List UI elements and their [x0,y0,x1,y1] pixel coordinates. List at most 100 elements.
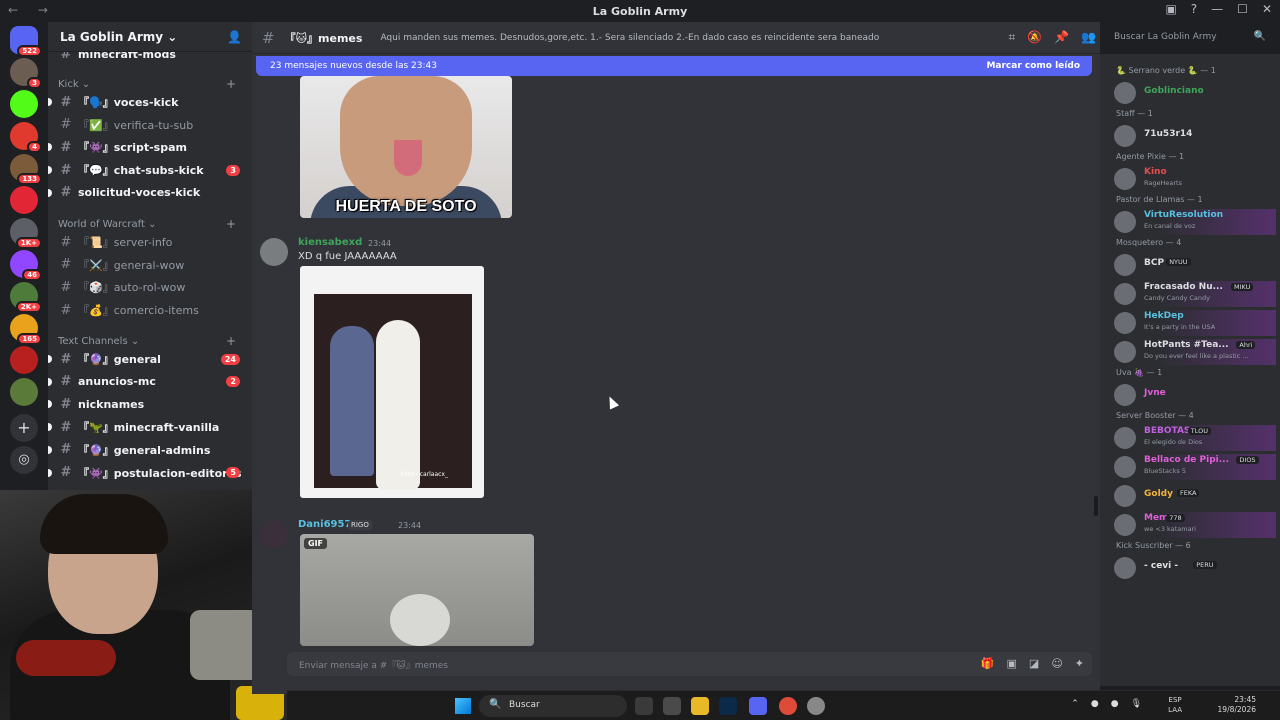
discover-icon[interactable]: ◎ [10,446,38,474]
gif-icon[interactable]: ▣ [1007,657,1017,670]
unread-indicator [48,166,52,175]
category-wow[interactable]: World of Warcraft ⌄ + [58,217,236,231]
member-item[interactable]: Mem 778 we <3 katamari [1106,512,1276,538]
photoshop-icon[interactable] [719,697,737,715]
chrome-icon[interactable] [779,697,797,715]
member-item[interactable]: BEBOTAS TLOU El elegido de Dios [1106,425,1276,451]
server-icon[interactable]: 46 [10,250,42,281]
hash-icon: # [60,162,72,178]
mic-icon[interactable]: 🎙 [1131,699,1142,709]
language-indicator[interactable]: ESP LAA [1168,695,1182,715]
microphone [16,640,116,676]
app-tray-icon[interactable]: ● [1111,699,1119,709]
hash-icon: # [60,302,72,318]
server-icon[interactable] [10,346,38,374]
windows-start-icon[interactable] [455,698,471,714]
obs-icon[interactable] [807,697,825,715]
gif-attachment[interactable]: GIF [300,534,534,646]
member-item[interactable]: Bellaco de Pipi... DIOS BlueStacks 5 [1106,454,1276,480]
close-button[interactable]: ✕ [1262,2,1272,16]
server-icon[interactable]: 165 [10,314,42,345]
server-icon[interactable] [10,90,38,118]
channel-item[interactable]: # 『✅』verifica-tu-sub [54,115,248,135]
search-input[interactable]: Buscar La Goblin Army 🔍 [1108,27,1272,49]
app-tray-icon[interactable]: ● [1091,699,1099,709]
message-author[interactable]: kiensabexd [298,237,362,248]
add-channel-icon[interactable]: + [226,334,236,348]
channel-item[interactable]: # 『👾』postulacion-editores 5 [48,463,248,483]
channel-item[interactable]: # nicknames [48,394,248,414]
channel-item[interactable]: # anuncios-mc 2 [48,372,248,392]
category-kick[interactable]: Kick ⌄ + [58,77,236,91]
channel-item[interactable]: # 『⚔️』general-wow [54,255,248,275]
mark-as-read-button[interactable]: Marcar como leído [986,61,1080,71]
member-item[interactable]: 71u53r14 [1106,123,1276,149]
message-author[interactable]: Dani6957 [298,519,351,530]
channel-item[interactable]: # 『🔮』general-admins [48,440,248,460]
server-icon[interactable] [10,378,38,406]
avatar[interactable] [260,238,288,266]
app-icon[interactable] [663,697,681,715]
server-icon[interactable]: 1K+ [10,218,42,249]
server-icon[interactable]: 2K+ [10,282,42,313]
channel-item[interactable]: # 『🗣️』voces-kick [48,92,248,112]
server-icon[interactable]: 4 [10,122,42,153]
channel-topic[interactable]: Aqui manden sus memes. Desnudos,gore,etc… [380,33,879,43]
notification-bell-icon[interactable]: 🔕 [1027,30,1042,45]
clock[interactable]: 23:45 19/8/2026 [1218,695,1256,715]
server-icon[interactable]: 133 [10,154,42,185]
discord-icon[interactable] [749,697,767,715]
member-item[interactable]: HekDep It's a party in the USA [1106,310,1276,336]
channel-item[interactable]: # 『💰』comercio-items [54,300,248,320]
minimize-button[interactable]: — [1211,2,1223,16]
add-server-icon[interactable]: + [10,414,38,442]
guild-header[interactable]: La Goblin Army ⌄ 👤 [48,22,252,52]
title-bar: ← → La Goblin Army ▣ ? — ☐ ✕ [0,0,1280,22]
inbox-icon[interactable]: ▣ [1165,2,1176,16]
new-messages-bar[interactable]: 23 mensajes nuevos desde las 23:43 Marca… [256,56,1092,76]
sticker-icon[interactable]: ◪ [1029,657,1039,670]
member-item[interactable]: BCP NYUU [1106,252,1276,278]
maximize-button[interactable]: ☐ [1237,2,1248,16]
server-icon[interactable] [10,186,38,214]
emoji-icon[interactable]: ☺ [1051,657,1062,670]
channel-item[interactable]: # 『🔮』general 24 [48,349,248,369]
member-item[interactable]: Goldy FEKA [1106,483,1276,509]
help-icon[interactable]: ? [1191,2,1197,16]
member-item[interactable]: HotPants #Tea... Ahri Do you ever feel lik… [1106,339,1276,365]
channel-item[interactable]: # 『👾』script-spam [48,137,248,157]
avatar[interactable] [260,520,288,548]
message-image[interactable]: Foto : carlaacx_ [300,266,484,498]
threads-icon[interactable]: ⌗ [1008,30,1015,45]
taskbar-search[interactable]: 🔍 Buscar [479,695,627,717]
member-item[interactable]: VirtuResolution En canal de voz [1106,209,1276,235]
add-channel-icon[interactable]: + [226,217,236,231]
channel-item[interactable]: # 『📜』server-info [54,232,248,252]
channel-item[interactable]: # 『🎲』auto-rol-wow [54,277,248,297]
server-icon[interactable]: 3 [10,58,42,89]
apps-icon[interactable]: ✦ [1075,657,1084,670]
member-item[interactable]: Kino RageHearts [1106,166,1276,192]
member-list-icon[interactable]: 👥 [1081,30,1096,45]
category-text-channels[interactable]: Text Channels ⌄ + [58,334,236,348]
member-item[interactable]: Fracasado Nu... MIKU Candy Candy Candy [1106,281,1276,307]
channel-item[interactable]: # solicitud-voces-kick [48,183,248,203]
photo-credit: Foto : carlaacx_ [400,471,448,478]
file-explorer-icon[interactable] [691,697,709,715]
member-item[interactable]: Goblinciano [1106,80,1276,106]
message-composer[interactable]: Enviar mensaje a #『🐱』memes 🎁 ▣ ◪ ☺ ✦ [287,652,1092,676]
scrollbar[interactable] [1094,496,1098,516]
member-item[interactable]: - cevi - PERU [1106,555,1276,581]
meme-image[interactable]: HUERTA DE SOTO [300,76,512,218]
add-member-icon[interactable]: 👤 [227,30,242,44]
member-item[interactable]: Jvne [1106,382,1276,408]
pin-icon[interactable]: 📌 [1054,30,1069,45]
channel-item[interactable]: # 『🦖』minecraft-vanilla [48,417,248,437]
server-icon[interactable]: 522 [10,26,42,57]
role-header: Server Booster — 4 [1116,411,1194,420]
channel-item[interactable]: # 『💬』chat-subs-kick 3 [48,160,248,180]
gift-icon[interactable]: 🎁 [981,657,995,670]
chevron-up-icon[interactable]: ⌃ [1071,699,1079,709]
add-channel-icon[interactable]: + [226,77,236,91]
task-view-icon[interactable] [635,697,653,715]
